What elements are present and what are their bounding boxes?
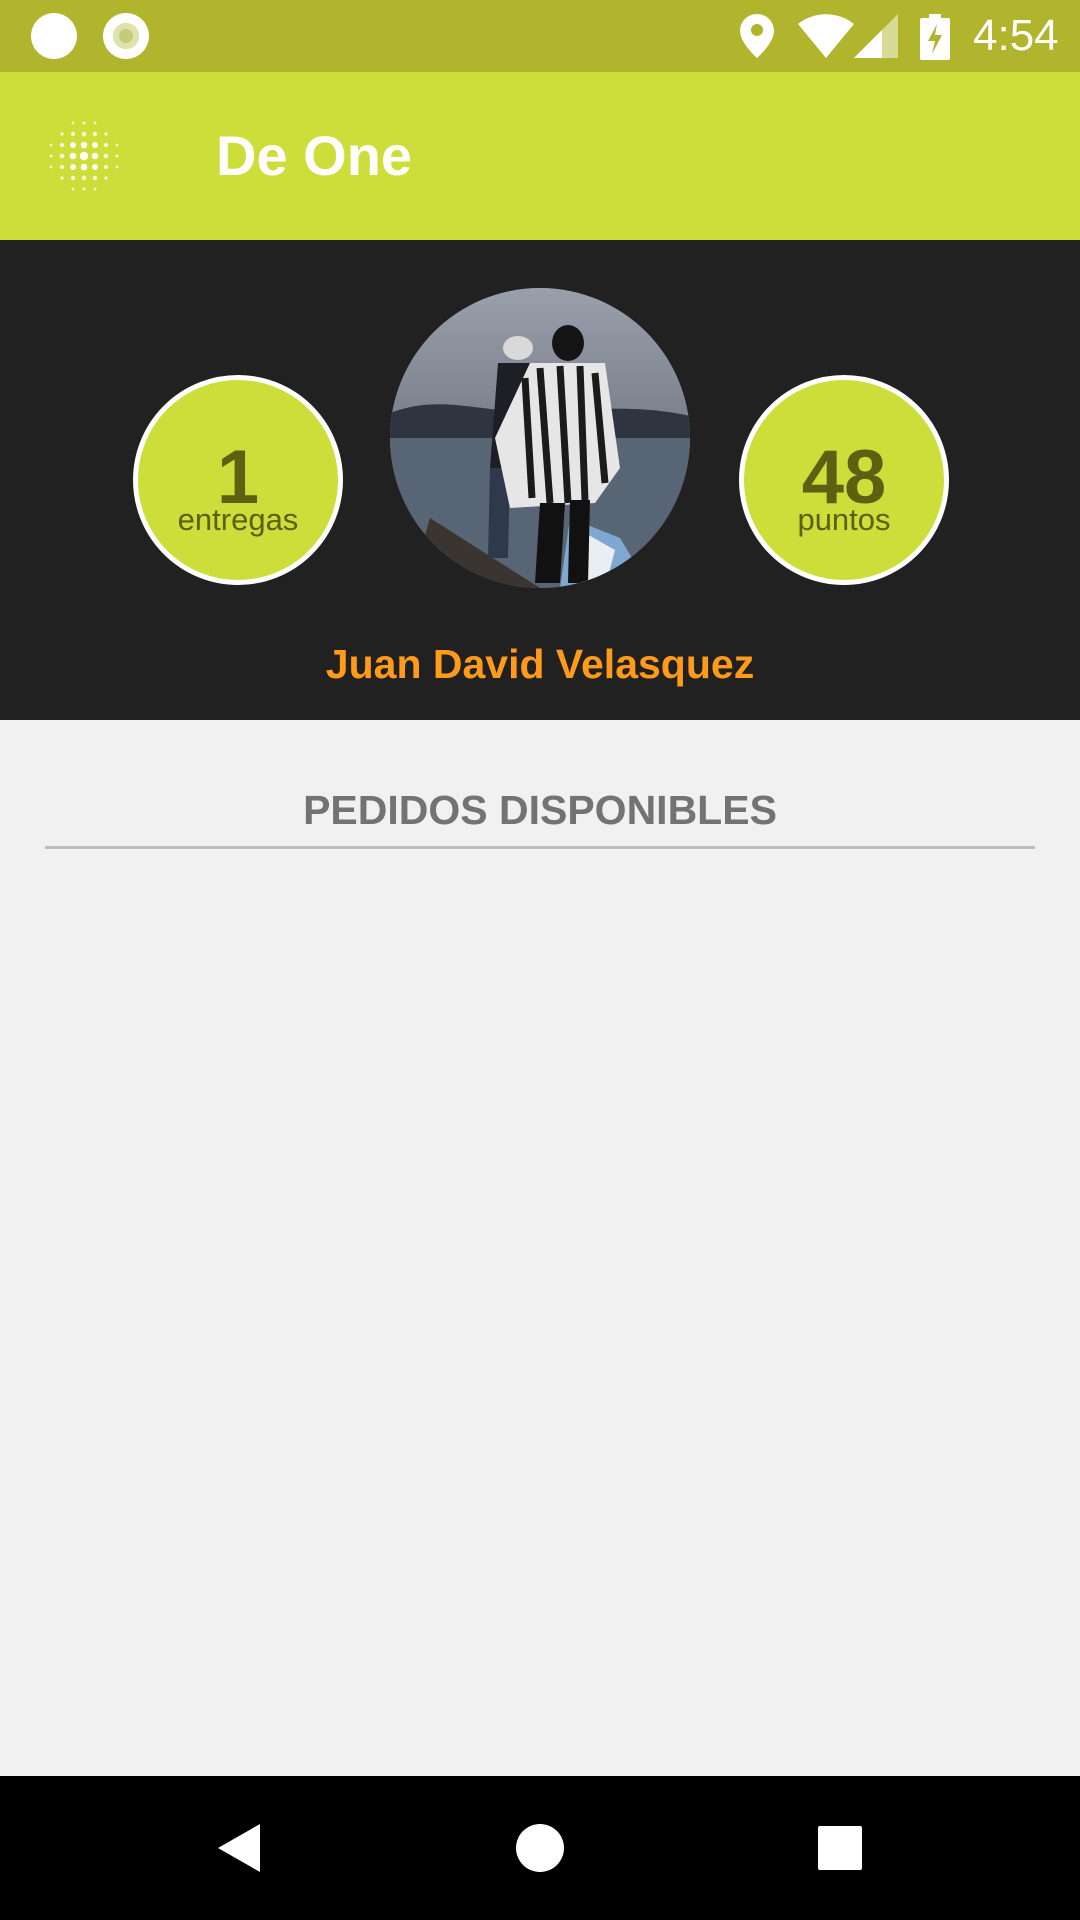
section-divider [45,846,1035,849]
status-clock: 4:54 [973,11,1059,60]
orders-list[interactable] [0,852,1080,1772]
dots-logo-menu-icon[interactable] [44,116,124,196]
points-label: puntos [797,502,891,537]
app-screen: 4:54 De One 1 entregas 48 puntos Juan Da… [0,0,1080,1920]
app-title: De One [216,124,413,187]
wifi-icon [798,14,854,63]
app-bar: De One [0,72,1080,240]
profile-header: 1 entregas 48 puntos Juan David Velasque… [0,240,1080,720]
profile-photo [390,288,690,588]
user-name: Juan David Velasquez [325,641,755,687]
location-icon [740,14,774,63]
navigation-bar [0,1776,1080,1920]
notification-dot-icon [31,13,77,59]
available-orders-title: PEDIDOS DISPONIBLES [303,787,777,833]
deliveries-stat: 1 entregas [133,375,343,585]
battery-charging-icon [920,14,950,65]
home-icon[interactable] [500,1808,580,1888]
avatar [390,288,690,588]
back-icon[interactable] [200,1808,280,1888]
recents-icon[interactable] [800,1808,880,1888]
deliveries-label: entregas [177,502,299,537]
cellular-signal-icon [854,14,898,63]
status-bar: 4:54 [0,0,1080,72]
points-stat: 48 puntos [739,375,949,585]
notification-ring-icon [103,13,149,59]
